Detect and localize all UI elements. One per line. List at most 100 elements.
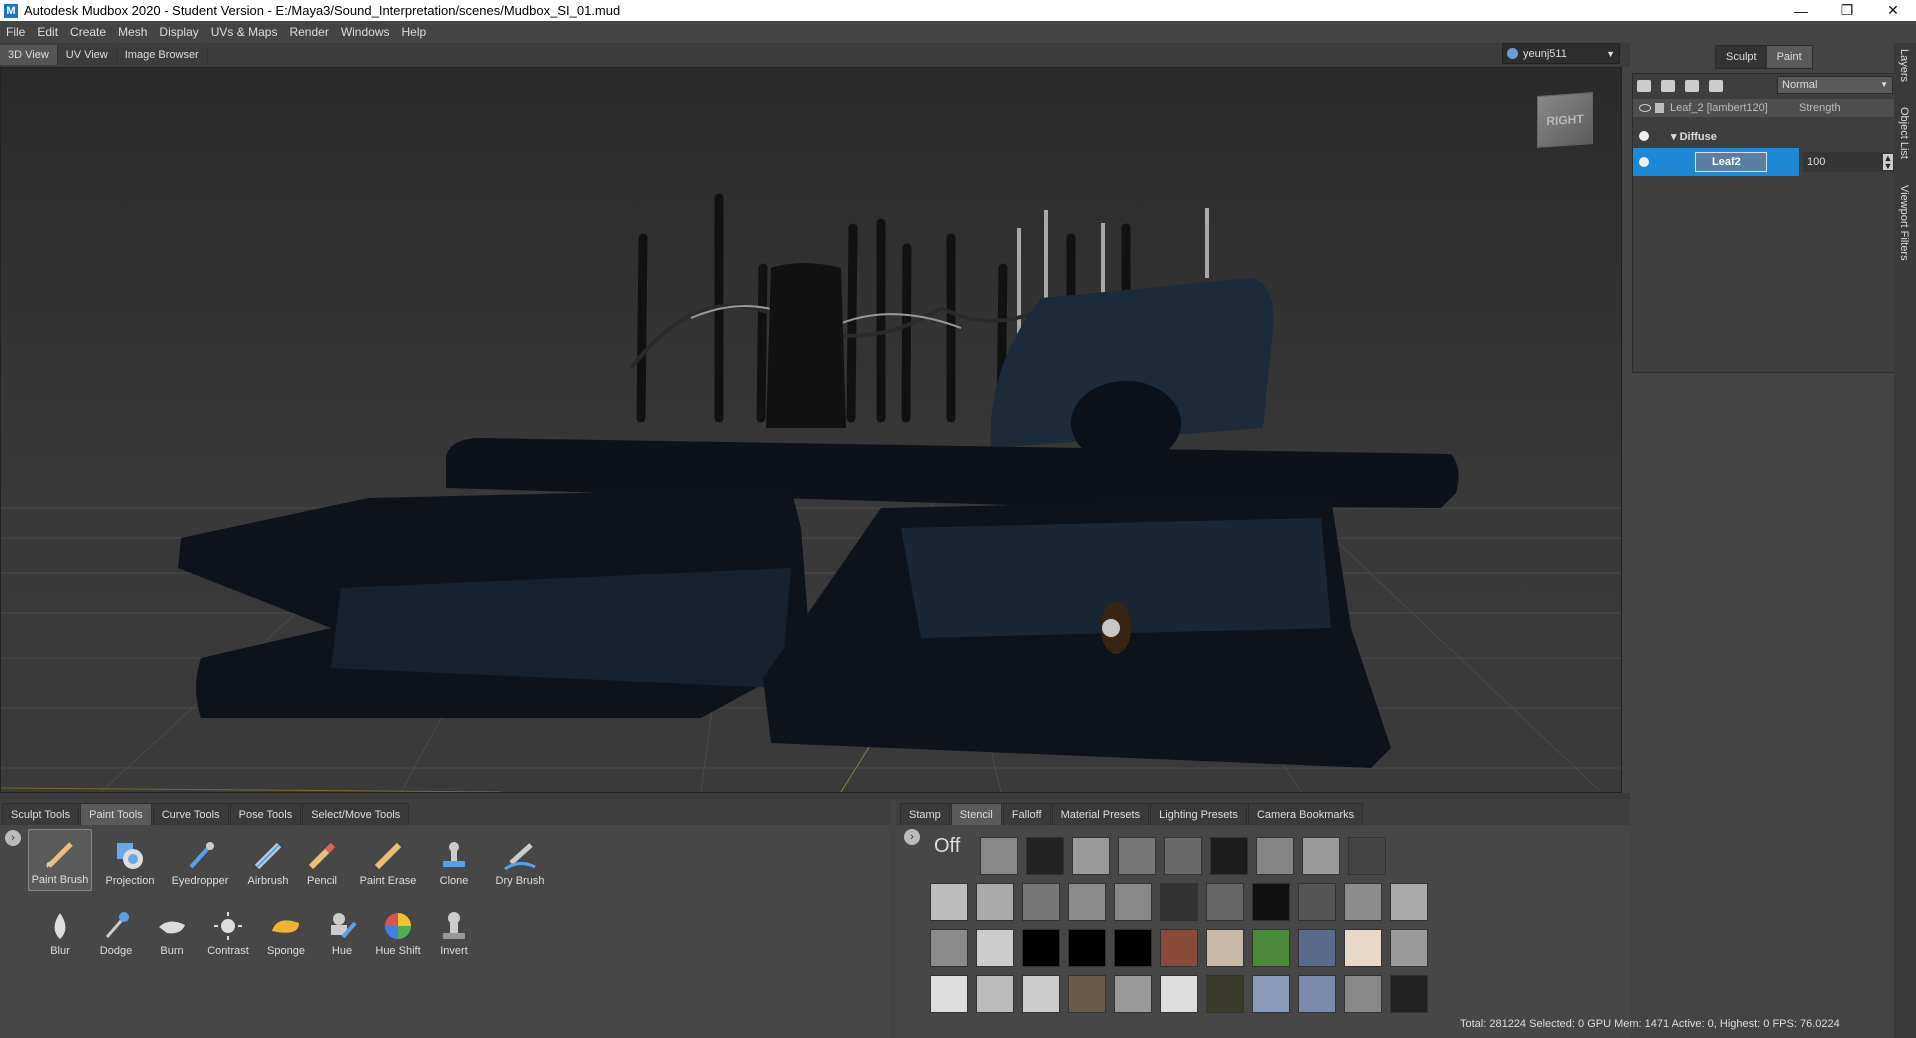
stencil-thumbnail[interactable] <box>1252 929 1290 967</box>
stencil-thumbnail[interactable] <box>1114 929 1152 967</box>
tab-3d-view[interactable]: 3D View <box>0 45 58 65</box>
menu-file[interactable]: File <box>6 25 25 39</box>
folder-icon[interactable] <box>1685 80 1699 92</box>
hue-tool[interactable]: Hue <box>310 899 374 961</box>
stencil-thumbnail[interactable] <box>1210 837 1248 875</box>
tab-falloff[interactable]: Falloff <box>1002 803 1051 825</box>
menu-render[interactable]: Render <box>289 25 328 39</box>
stencil-thumbnail[interactable] <box>930 929 968 967</box>
stencil-thumbnail[interactable] <box>1068 929 1106 967</box>
tab-material-presets[interactable]: Material Presets <box>1051 803 1150 825</box>
tab-curve-tools[interactable]: Curve Tools <box>152 803 229 825</box>
tab-lighting-presets[interactable]: Lighting Presets <box>1150 803 1247 825</box>
stencil-thumbnail[interactable] <box>976 975 1014 1013</box>
viewcube[interactable]: RIGHT <box>1537 92 1593 148</box>
stencil-thumbnail[interactable] <box>1114 883 1152 921</box>
visibility-dot-icon[interactable] <box>1639 157 1649 167</box>
stencil-off-option[interactable]: Off <box>934 835 960 858</box>
invert-tool[interactable]: Invert <box>422 899 486 961</box>
clone-tool[interactable]: Clone <box>422 829 486 891</box>
tab-uv-view[interactable]: UV View <box>58 45 117 65</box>
stencil-thumbnail[interactable] <box>930 883 968 921</box>
stencil-thumbnail[interactable] <box>1118 837 1156 875</box>
tab-camera-bookmarks[interactable]: Camera Bookmarks <box>1247 803 1364 825</box>
menu-edit[interactable]: Edit <box>37 25 58 39</box>
stencil-thumbnail[interactable] <box>1068 975 1106 1013</box>
stencil-tray-expand-button[interactable]: › <box>904 829 920 845</box>
visibility-icon[interactable] <box>1661 80 1675 92</box>
channel-row-diffuse[interactable]: ▾ Diffuse <box>1633 124 1895 148</box>
stencil-thumbnail[interactable] <box>1160 929 1198 967</box>
close-button[interactable]: ✕ <box>1870 0 1916 21</box>
trash-icon[interactable] <box>1709 80 1723 92</box>
stencil-thumbnail[interactable] <box>1022 975 1060 1013</box>
stencil-thumbnail[interactable] <box>1256 837 1294 875</box>
stencil-thumbnail[interactable] <box>1348 837 1386 875</box>
tab-stamp[interactable]: Stamp <box>900 803 950 825</box>
stencil-thumbnail[interactable] <box>930 975 968 1013</box>
stencil-thumbnail[interactable] <box>1072 837 1110 875</box>
blur-tool[interactable]: Blur <box>28 899 92 961</box>
stencil-thumbnail[interactable] <box>1206 929 1244 967</box>
contrast-tool[interactable]: Contrast <box>196 899 260 961</box>
side-tab-viewport-filters[interactable]: Viewport Filters <box>1898 185 1910 261</box>
visibility-dot-icon[interactable] <box>1639 131 1649 141</box>
menu-help[interactable]: Help <box>402 25 427 39</box>
stencil-thumbnail[interactable] <box>1068 883 1106 921</box>
stencil-thumbnail[interactable] <box>1298 929 1336 967</box>
stencil-thumbnail[interactable] <box>1298 975 1336 1013</box>
menu-display[interactable]: Display <box>159 25 198 39</box>
tool-tray-expand-button[interactable]: › <box>5 830 21 846</box>
tab-stencil[interactable]: Stencil <box>950 803 1002 825</box>
new-layer-icon[interactable] <box>1637 80 1651 92</box>
blend-mode-select[interactable]: Normal ▼ <box>1777 76 1893 94</box>
paint-erase-tool[interactable]: Paint Erase <box>356 829 420 891</box>
stencil-thumbnail[interactable] <box>980 837 1018 875</box>
stencil-thumbnail[interactable] <box>1344 883 1382 921</box>
stencil-thumbnail[interactable] <box>1344 929 1382 967</box>
layer-strength-field[interactable]: 100 ▲ ▼ <box>1803 152 1895 172</box>
stencil-thumbnail[interactable] <box>1252 883 1290 921</box>
tab-paint-tools[interactable]: Paint Tools <box>80 803 152 825</box>
user-account-dropdown[interactable]: yeunj511 ▼ <box>1502 43 1620 64</box>
side-tab-object-list[interactable]: Object List <box>1898 107 1910 159</box>
lock-icon[interactable] <box>1655 103 1664 113</box>
tab-pose-tools[interactable]: Pose Tools <box>229 803 302 825</box>
tab-sculpt-tools[interactable]: Sculpt Tools <box>2 803 80 825</box>
stencil-thumbnail[interactable] <box>1026 837 1064 875</box>
paint-layer-row[interactable]: Leaf2 100 ▲ ▼ <box>1633 148 1895 176</box>
3d-viewport[interactable]: RIGHT <box>0 67 1622 793</box>
paint-brush-tool[interactable]: Paint Brush <box>28 829 92 891</box>
paint-layer-name[interactable]: Leaf2 <box>1695 152 1767 172</box>
stencil-thumbnail[interactable] <box>1344 975 1382 1013</box>
tab-image-browser[interactable]: Image Browser <box>117 45 208 65</box>
stencil-thumbnail[interactable] <box>1302 837 1340 875</box>
sculpt-layers-button[interactable]: Sculpt <box>1716 46 1767 68</box>
menu-create[interactable]: Create <box>70 25 106 39</box>
menu-mesh[interactable]: Mesh <box>118 25 147 39</box>
stencil-thumbnail[interactable] <box>1252 975 1290 1013</box>
hue-shift-tool[interactable]: Hue Shift <box>366 899 430 961</box>
stencil-thumbnail[interactable] <box>1022 883 1060 921</box>
strength-stepper[interactable]: ▲ ▼ <box>1883 154 1893 171</box>
dry-brush-tool[interactable]: Dry Brush <box>488 829 552 891</box>
dodge-tool[interactable]: Dodge <box>84 899 148 961</box>
stencil-thumbnail[interactable] <box>1164 837 1202 875</box>
tab-select-move-tools[interactable]: Select/Move Tools <box>302 803 410 825</box>
stencil-thumbnail[interactable] <box>1298 883 1336 921</box>
restore-button[interactable]: ❐ <box>1824 0 1870 21</box>
eyedropper-tool[interactable]: Eyedropper <box>168 829 232 891</box>
stencil-thumbnail[interactable] <box>1160 975 1198 1013</box>
stencil-thumbnail[interactable] <box>1022 929 1060 967</box>
side-tab-layers[interactable]: Layers <box>1898 49 1910 82</box>
pencil-tool[interactable]: Pencil <box>290 829 354 891</box>
projection-tool[interactable]: Projection <box>98 829 162 891</box>
menu-uvs-maps[interactable]: UVs & Maps <box>211 25 278 39</box>
eye-icon[interactable] <box>1639 104 1651 112</box>
menu-windows[interactable]: Windows <box>341 25 390 39</box>
minimize-button[interactable]: — <box>1778 0 1824 21</box>
stencil-thumbnail[interactable] <box>1390 883 1428 921</box>
stencil-thumbnail[interactable] <box>1390 975 1428 1013</box>
sponge-tool[interactable]: Sponge <box>254 899 318 961</box>
stencil-thumbnail[interactable] <box>1390 929 1428 967</box>
